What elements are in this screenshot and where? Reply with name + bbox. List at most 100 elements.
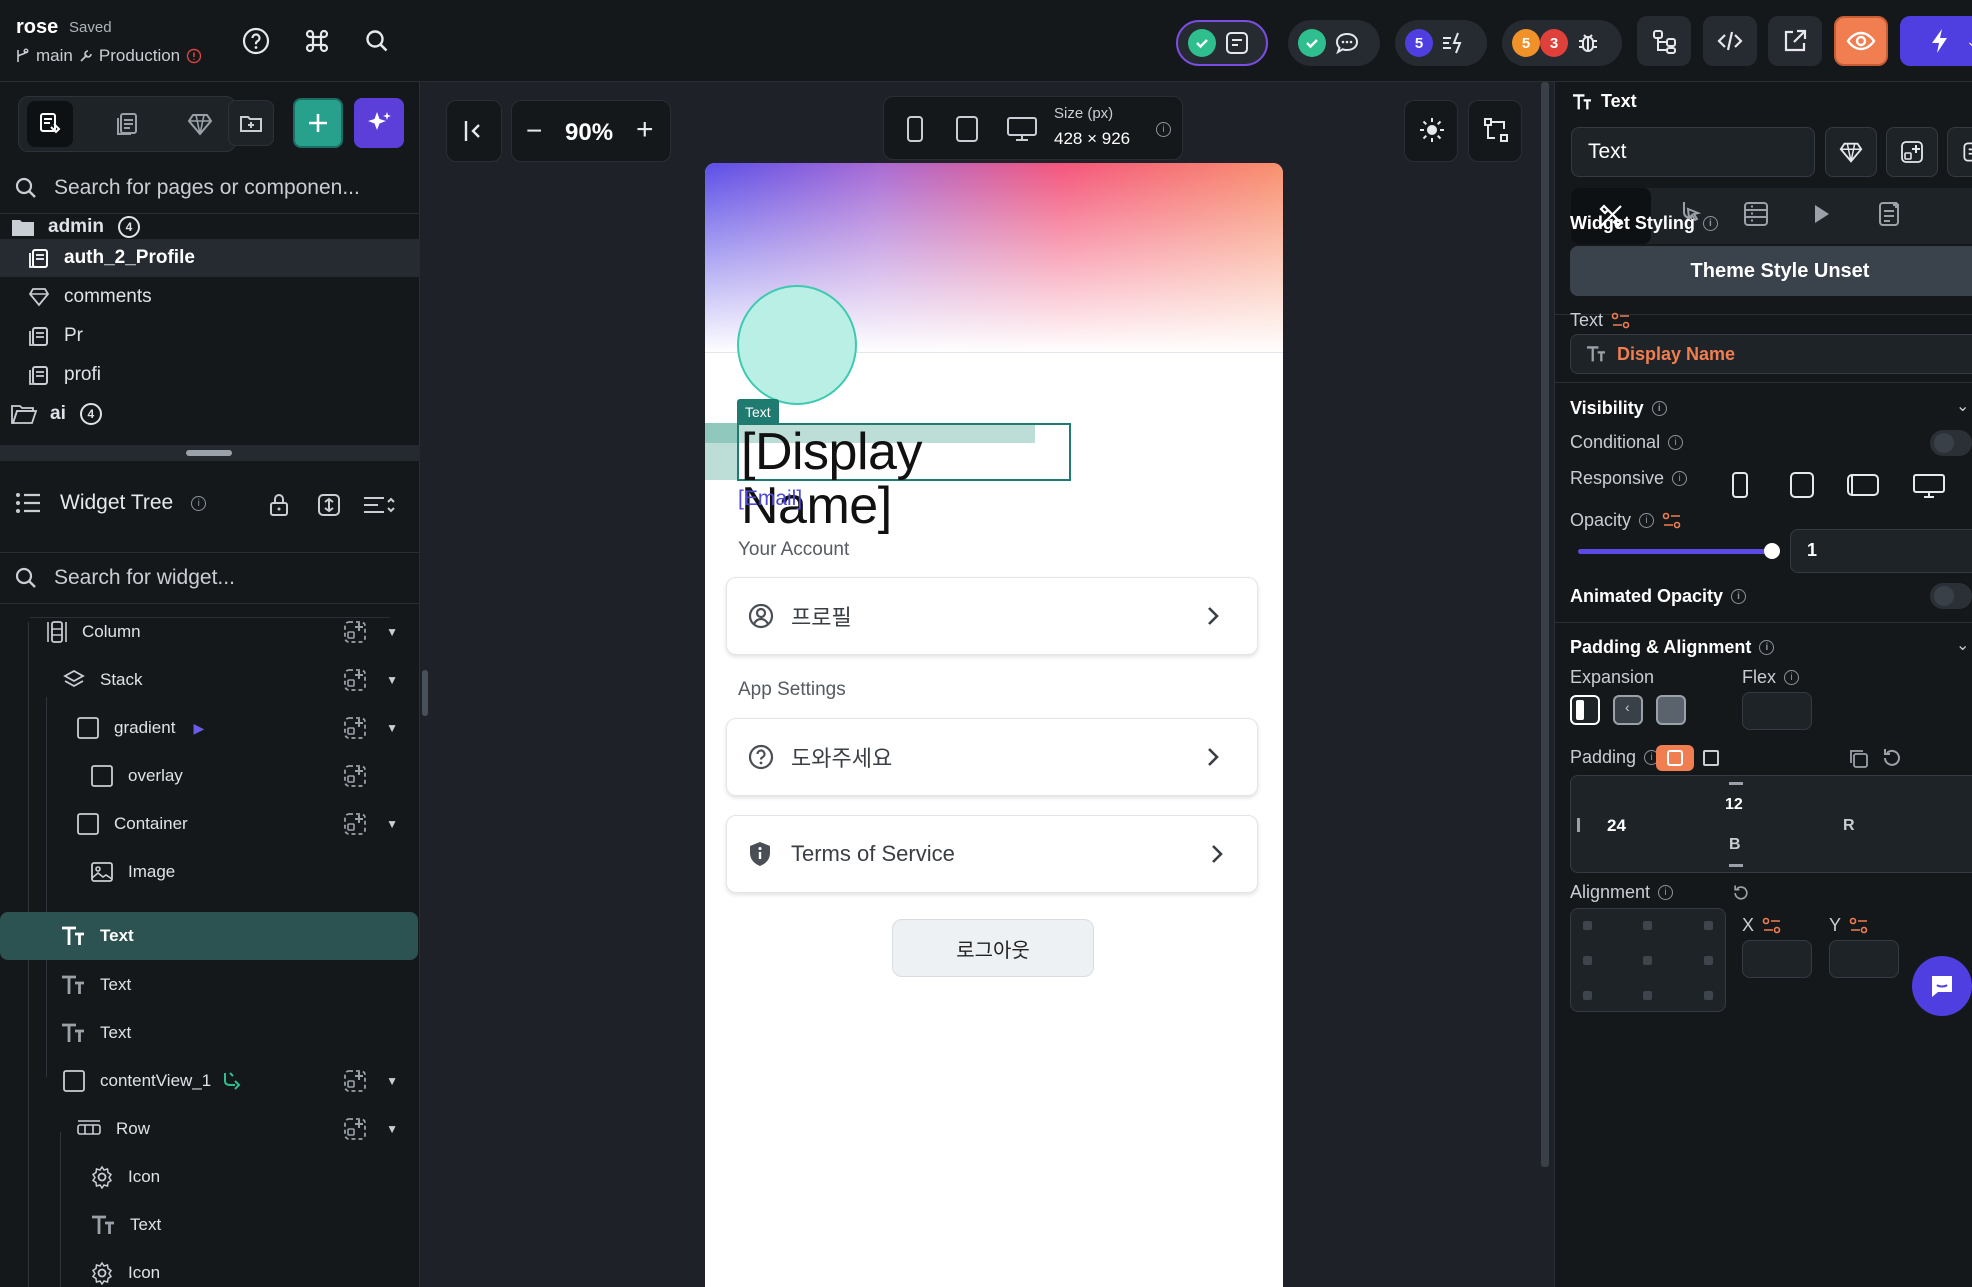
chevron-down-icon[interactable]: ▼	[386, 721, 398, 735]
components-tab[interactable]	[177, 101, 223, 147]
tree-row-overlay[interactable]: overlay	[90, 752, 420, 800]
align-center-right[interactable]	[1704, 956, 1713, 965]
padding-alignment-header[interactable]: Padding & Alignment i	[1570, 637, 1775, 658]
widget-search[interactable]: Search for widget...	[0, 552, 420, 604]
tree-row-contentview[interactable]: contentView_1 ▼	[62, 1057, 420, 1105]
add-child-icon[interactable]	[342, 667, 368, 693]
page-item-pr[interactable]: Pr	[0, 317, 420, 355]
ai-gen-button[interactable]	[354, 98, 404, 148]
add-page-button[interactable]	[293, 98, 343, 148]
align-center-left[interactable]	[1583, 956, 1592, 965]
chevron-down-icon[interactable]: ▼	[386, 1122, 398, 1136]
info-icon[interactable]: i	[1658, 885, 1674, 900]
align-bottom-center[interactable]	[1643, 991, 1652, 1000]
widget-search-input[interactable]: Search for widget...	[54, 566, 235, 590]
page-item-comments[interactable]: comments	[0, 278, 420, 316]
variable-settings-icon[interactable]	[1611, 312, 1631, 330]
open-external-button[interactable]	[1768, 16, 1822, 66]
lock-icon[interactable]	[267, 492, 291, 518]
tree-row-text[interactable]: Text	[90, 1201, 420, 1249]
info-icon[interactable]: i	[1668, 435, 1684, 450]
align-x-input[interactable]	[1742, 940, 1812, 978]
align-top-left[interactable]	[1583, 921, 1592, 930]
page-item-auth-2-profile[interactable]: auth_2_Profile	[0, 239, 420, 277]
size-value[interactable]: 428 × 926	[1054, 129, 1130, 149]
chevron-down-icon[interactable]: ⌄	[1956, 635, 1969, 655]
issues-pill[interactable]: 5 3	[1502, 20, 1622, 66]
tree-row-row[interactable]: Row ▼	[76, 1105, 420, 1153]
page-selector-tab[interactable]	[27, 101, 73, 147]
add-child-icon[interactable]	[342, 1116, 368, 1142]
align-bottom-right[interactable]	[1704, 991, 1713, 1000]
menu-item-profile[interactable]: 프로필	[726, 577, 1258, 655]
expansion-flexible-button[interactable]	[1570, 695, 1600, 725]
menu-item-help[interactable]: 도와주세요	[726, 718, 1258, 796]
help-icon[interactable]	[239, 24, 273, 58]
info-icon[interactable]: i	[1759, 640, 1775, 655]
info-icon[interactable]: i	[191, 495, 207, 511]
chevron-down-icon[interactable]: ⌄	[1956, 396, 1969, 416]
add-child-icon[interactable]	[342, 619, 368, 645]
padding-left-value[interactable]: 24	[1607, 816, 1626, 836]
project-name[interactable]: rose	[16, 16, 58, 39]
zoom-level[interactable]: 90%	[565, 119, 613, 147]
folder-ai[interactable]: ai 4	[0, 395, 420, 433]
align-top-right[interactable]	[1704, 921, 1713, 930]
visibility-header[interactable]: Visibility i	[1570, 398, 1667, 419]
desktop-visibility-icon[interactable]	[1912, 472, 1946, 500]
tree-row-icon[interactable]: Icon	[90, 1249, 420, 1287]
info-icon[interactable]: i	[1702, 216, 1718, 231]
run-button[interactable]: ⌄	[1900, 16, 1972, 66]
align-top-center[interactable]	[1643, 921, 1652, 930]
comments-pill[interactable]	[1288, 20, 1380, 66]
add-child-icon[interactable]	[342, 811, 368, 837]
email-text[interactable]: [Email]	[738, 487, 802, 511]
expansion-tight-button[interactable]: ‹	[1613, 695, 1643, 725]
tablet-visibility-icon[interactable]	[1788, 470, 1816, 500]
padding-bottom-handle[interactable]	[1729, 864, 1743, 867]
opacity-slider-thumb[interactable]	[1764, 543, 1780, 559]
opacity-input[interactable]: 1	[1790, 529, 1972, 573]
theme-style-dropdown[interactable]: Theme Style Unset	[1570, 246, 1972, 296]
search-icon[interactable]	[360, 24, 394, 58]
reset-icon[interactable]	[1731, 883, 1751, 903]
command-icon[interactable]	[300, 24, 334, 58]
chevron-down-icon[interactable]: ▼	[386, 673, 398, 687]
chevron-down-icon[interactable]: ▼	[386, 817, 398, 831]
chevron-down-icon[interactable]: ▼	[386, 625, 398, 639]
align-bottom-left[interactable]	[1583, 991, 1592, 1000]
padding-individual-toggle[interactable]	[1696, 745, 1728, 771]
tree-options-icon[interactable]	[362, 494, 396, 516]
align-center[interactable]	[1643, 956, 1652, 965]
info-icon[interactable]: i	[1784, 670, 1800, 685]
padding-right-value[interactable]: R	[1843, 817, 1855, 835]
actions-pill[interactable]: 5	[1395, 20, 1487, 66]
new-folder-button[interactable]	[228, 100, 274, 146]
info-icon[interactable]: i	[1672, 471, 1688, 486]
add-child-icon[interactable]	[342, 1068, 368, 1094]
opacity-slider-track[interactable]	[1578, 549, 1772, 554]
alignment-grid[interactable]	[1570, 908, 1726, 1012]
flow-tree-button[interactable]	[1637, 16, 1691, 66]
tablet-landscape-visibility-icon[interactable]	[1846, 472, 1880, 498]
variable-settings-icon[interactable]	[1762, 917, 1782, 935]
padding-uniform-toggle[interactable]	[1656, 745, 1694, 771]
info-icon[interactable]: i	[1731, 589, 1747, 604]
page-search-input[interactable]: Search for pages or componen...	[54, 176, 360, 200]
storyboard-tab[interactable]	[105, 101, 151, 147]
support-chat-button[interactable]	[1912, 956, 1972, 1016]
folder-admin[interactable]: admin 4	[0, 216, 420, 238]
branch-info[interactable]: main Production	[14, 46, 202, 66]
avatar[interactable]	[737, 285, 857, 405]
tree-row-text-selected[interactable]: Text	[0, 912, 418, 960]
tree-row-gradient[interactable]: gradient ▶ ▼	[76, 704, 420, 752]
padding-bottom-value[interactable]: B	[1729, 836, 1741, 854]
zoom-in-icon[interactable]: +	[636, 113, 654, 147]
add-child-icon[interactable]	[342, 715, 368, 741]
padding-top-value[interactable]: 12	[1725, 796, 1743, 814]
padding-top-handle[interactable]	[1729, 782, 1743, 785]
flex-input[interactable]	[1742, 692, 1812, 730]
copy-icon[interactable]	[1848, 748, 1870, 770]
info-icon[interactable]: i	[1651, 401, 1667, 416]
resize-grip[interactable]	[186, 450, 232, 456]
